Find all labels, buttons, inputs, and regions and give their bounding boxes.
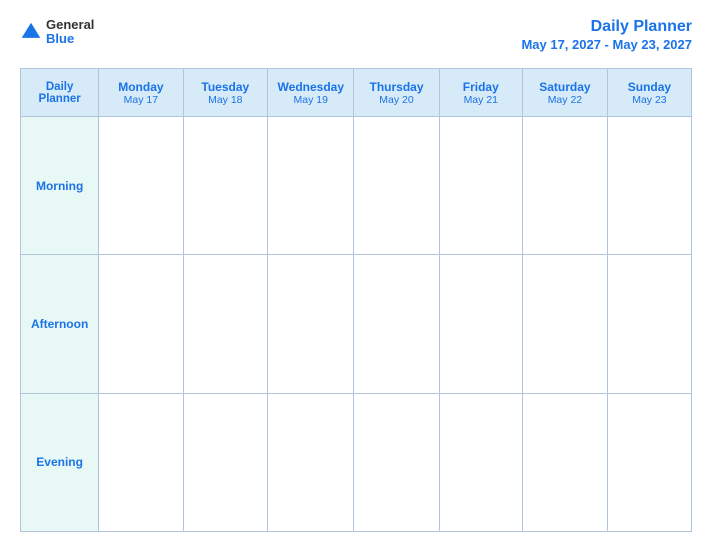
cell-evening-wednesday[interactable] — [268, 393, 354, 531]
cell-evening-friday[interactable] — [439, 393, 522, 531]
logo-blue: Blue — [46, 32, 94, 46]
planner-table: Daily Planner MondayMay 17TuesdayMay 18W… — [20, 68, 692, 532]
day-name: Monday — [101, 80, 180, 94]
day-date: May 21 — [442, 94, 520, 106]
day-name: Tuesday — [186, 80, 266, 94]
table-row: Evening — [21, 393, 692, 531]
logo-general: General — [46, 18, 94, 32]
day-date: May 19 — [270, 94, 351, 106]
day-date: May 18 — [186, 94, 266, 106]
table-row: Morning — [21, 117, 692, 255]
day-date: May 17 — [101, 94, 180, 106]
table-header-tuesday: TuesdayMay 18 — [183, 69, 268, 117]
table-header-friday: FridayMay 21 — [439, 69, 522, 117]
cell-morning-saturday[interactable] — [522, 117, 607, 255]
title-block: Daily Planner May 17, 2027 - May 23, 202… — [521, 18, 692, 54]
cell-evening-tuesday[interactable] — [183, 393, 268, 531]
generalblue-logo-icon — [20, 21, 42, 43]
day-date: May 22 — [525, 94, 605, 106]
day-date: May 20 — [356, 94, 436, 106]
logo-text: General Blue — [46, 18, 94, 47]
table-header-label: Daily Planner — [21, 69, 99, 117]
cell-morning-friday[interactable] — [439, 117, 522, 255]
page-title: Daily Planner — [591, 18, 692, 35]
day-date: May 23 — [610, 94, 689, 106]
cell-afternoon-saturday[interactable] — [522, 255, 607, 393]
cell-morning-tuesday[interactable] — [183, 117, 268, 255]
table-header-saturday: SaturdayMay 22 — [522, 69, 607, 117]
table-row: Afternoon — [21, 255, 692, 393]
cell-evening-thursday[interactable] — [354, 393, 439, 531]
day-name: Saturday — [525, 80, 605, 94]
day-name: Thursday — [356, 80, 436, 94]
date-range: May 17, 2027 - May 23, 2027 — [521, 37, 692, 52]
table-header-monday: MondayMay 17 — [99, 69, 183, 117]
day-name: Sunday — [610, 80, 689, 94]
cell-afternoon-friday[interactable] — [439, 255, 522, 393]
cell-afternoon-monday[interactable] — [99, 255, 183, 393]
row-label-afternoon: Afternoon — [21, 255, 99, 393]
day-name: Wednesday — [270, 80, 351, 94]
table-header-wednesday: WednesdayMay 19 — [268, 69, 354, 117]
label-line1: Daily — [23, 81, 96, 93]
cell-morning-wednesday[interactable] — [268, 117, 354, 255]
page-header: General Blue Daily Planner May 17, 2027 … — [20, 18, 692, 54]
label-line2: Planner — [23, 93, 96, 105]
cell-afternoon-tuesday[interactable] — [183, 255, 268, 393]
cell-afternoon-thursday[interactable] — [354, 255, 439, 393]
cell-afternoon-sunday[interactable] — [607, 255, 691, 393]
cell-morning-monday[interactable] — [99, 117, 183, 255]
cell-morning-thursday[interactable] — [354, 117, 439, 255]
cell-morning-sunday[interactable] — [607, 117, 691, 255]
logo: General Blue — [20, 18, 94, 47]
cell-evening-saturday[interactable] — [522, 393, 607, 531]
day-name: Friday — [442, 80, 520, 94]
cell-afternoon-wednesday[interactable] — [268, 255, 354, 393]
row-label-morning: Morning — [21, 117, 99, 255]
cell-evening-monday[interactable] — [99, 393, 183, 531]
table-header-sunday: SundayMay 23 — [607, 69, 691, 117]
cell-evening-sunday[interactable] — [607, 393, 691, 531]
table-header-thursday: ThursdayMay 20 — [354, 69, 439, 117]
row-label-evening: Evening — [21, 393, 99, 531]
